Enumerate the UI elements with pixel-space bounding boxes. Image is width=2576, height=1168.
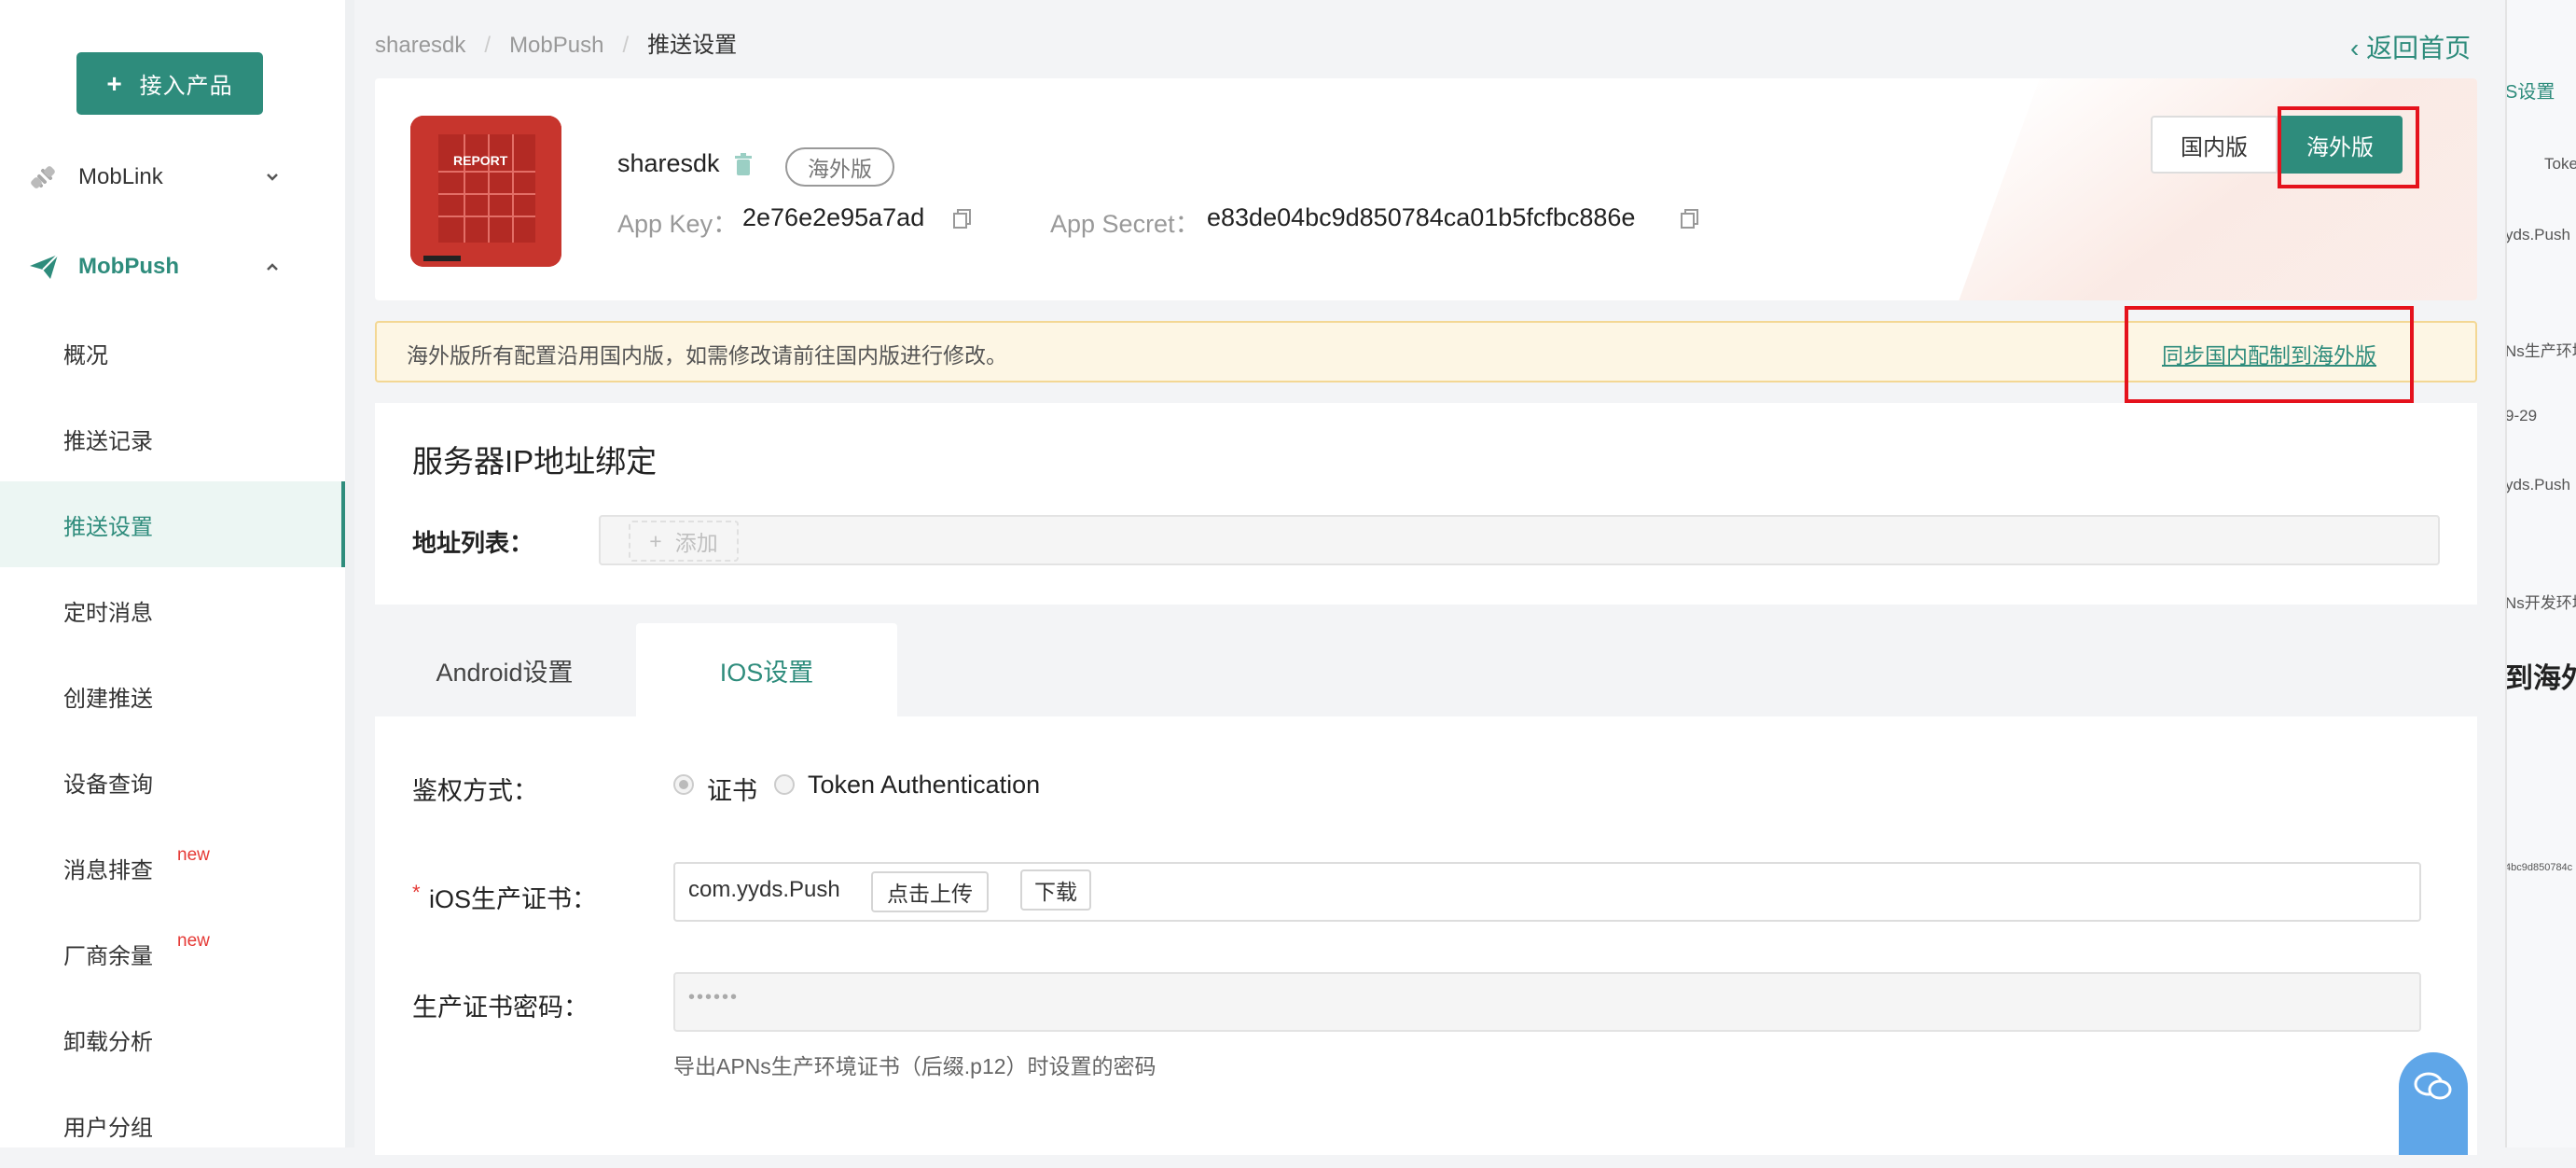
sidebar-item-push-settings[interactable]: 推送设置 — [0, 481, 345, 567]
auth-token-radio[interactable] — [774, 774, 795, 795]
sidebar-group-mobpush[interactable]: MobPush — [0, 239, 345, 295]
app-logo-image — [410, 116, 561, 267]
back-home-label: 返回首页 — [2366, 34, 2472, 63]
peek-date: 9-29 — [2505, 407, 2538, 424]
auth-cert-label[interactable]: 证书 — [707, 771, 757, 807]
prod-cert-value: com.yyds.Push — [688, 877, 840, 902]
copy-icon[interactable] — [951, 207, 974, 229]
auth-cert-radio[interactable] — [673, 774, 694, 795]
sidebar-item-push-records[interactable]: 推送记录 — [0, 396, 345, 481]
sidebar-item-label: 卸载分析 — [63, 1029, 153, 1055]
auth-method-label: 鉴权方式： — [412, 777, 538, 805]
sidebar-group-label: MobLink — [78, 164, 163, 189]
add-product-button[interactable]: + 接入产品 — [76, 52, 263, 115]
chevron-up-icon — [267, 263, 278, 271]
sidebar-item-message-check[interactable]: 消息排查 new — [0, 825, 345, 911]
sidebar-item-label: 厂商余量 — [63, 943, 153, 969]
address-list-label: 地址列表： — [412, 529, 534, 557]
sidebar-item-create-push[interactable]: 创建推送 — [0, 653, 345, 739]
cert-password-input[interactable] — [673, 972, 2421, 1032]
peek-tab-ios: S设置 — [2505, 82, 2555, 103]
sidebar-item-label: 用户分组 — [63, 1115, 153, 1141]
sidebar-item-label: 推送设置 — [63, 514, 153, 540]
copy-icon[interactable] — [1679, 207, 1701, 229]
back-home-link[interactable]: ‹ 返回首页 — [2350, 28, 2471, 65]
ip-binding-title: 服务器IP地址绑定 — [412, 444, 658, 479]
add-product-label: 接入产品 — [139, 74, 233, 99]
sidebar-scrollbar[interactable] — [345, 0, 354, 1147]
sidebar-item-uninstall-analysis[interactable]: 卸载分析 — [0, 996, 345, 1082]
sidebar-item-label: 设备查询 — [63, 772, 153, 798]
app-name: sharesdk — [617, 149, 720, 177]
app-secret-label: App Secret： — [1050, 210, 1200, 238]
edition-tag: 海外版 — [785, 147, 894, 187]
auth-token-label[interactable]: Token Authentication — [808, 771, 1040, 800]
sidebar-item-label: 推送记录 — [63, 428, 153, 454]
sidebar-group-moblink[interactable]: MobLink — [0, 149, 345, 205]
sidebar-item-user-groups[interactable]: 用户分组 — [0, 1082, 345, 1168]
trash-icon[interactable] — [733, 153, 754, 177]
highlight-box-sync — [2125, 306, 2414, 403]
ip-binding-card — [375, 403, 2477, 605]
logo-text: REPORT — [453, 153, 508, 168]
sidebar-item-label: 创建推送 — [63, 686, 153, 712]
sidebar-item-scheduled[interactable]: 定时消息 — [0, 567, 345, 653]
peek-prod-env: Ns生产环境 — [2505, 342, 2576, 360]
peek-cert: yds.Push — [2505, 226, 2570, 243]
sidebar-item-label: 定时消息 — [63, 600, 153, 626]
upload-cert-button[interactable]: 点击上传 — [871, 871, 989, 912]
peek-secret: 4bc9d850784c — [2505, 862, 2573, 873]
peek-dev-env: Ns开发环境 — [2505, 594, 2576, 612]
peek-title: 到海外 — [2505, 663, 2576, 694]
sidebar-item-device-query[interactable]: 设备查询 — [0, 739, 345, 825]
domestic-version-button[interactable]: 国内版 — [2151, 116, 2278, 174]
plus-icon: + — [649, 528, 662, 553]
notice-text: 海外版所有配置沿用国内版，如需修改请前往国内版进行修改。 — [407, 343, 1007, 368]
new-badge: new — [177, 931, 210, 951]
peek-cert-dev: yds.Push — [2505, 476, 2570, 494]
add-address-button[interactable]: + 添加 — [629, 521, 739, 562]
chat-button[interactable] — [2399, 1052, 2468, 1155]
chevron-left-icon: ‹ — [2350, 34, 2367, 63]
breadcrumb-item[interactable]: MobPush — [509, 33, 603, 58]
address-list-input[interactable] — [599, 515, 2440, 565]
highlight-box-overseas — [2278, 106, 2419, 188]
required-marker: * — [412, 881, 421, 904]
side-overlay-panel: S设置 Toke yds.Push Ns生产环境 9-29 yds.Push N… — [2505, 0, 2576, 1147]
sidebar-item-vendor-quota[interactable]: 厂商余量 new — [0, 911, 345, 996]
peek-token: Toke — [2544, 155, 2576, 173]
cert-password-label: 生产证书密码： — [412, 994, 589, 1022]
tab-ios-settings[interactable]: IOS设置 — [636, 623, 897, 716]
cert-password-value: •••••• — [688, 987, 740, 1008]
chevron-down-icon — [267, 174, 278, 181]
app-info-card — [375, 78, 2477, 300]
sidebar-item-label: 消息排查 — [63, 857, 153, 883]
link-icon — [31, 166, 55, 188]
app-secret-value: e83de04bc9d850784ca01b5fcfbc886e — [1207, 203, 1636, 231]
sidebar-group-label: MobPush — [78, 254, 179, 279]
breadcrumb-item[interactable]: sharesdk — [375, 33, 465, 58]
new-badge: new — [177, 845, 210, 865]
tab-android-settings[interactable]: Android设置 — [375, 623, 634, 716]
sidebar-item-label: 概况 — [63, 342, 108, 368]
plus-icon: + — [106, 68, 123, 98]
app-key-value: 2e76e2e95a7ad — [742, 203, 925, 231]
cert-password-hint: 导出APNs生产环境证书（后缀.p12）时设置的密码 — [673, 1054, 1156, 1078]
app-logo: REPORT — [410, 116, 561, 267]
breadcrumb-current: 推送设置 — [647, 33, 738, 58]
download-cert-button[interactable]: 下载 — [1020, 869, 1091, 911]
add-address-label: 添加 — [674, 531, 718, 555]
breadcrumb: sharesdk / MobPush / 推送设置 — [375, 33, 738, 58]
prod-cert-label: iOS生产证书： — [429, 885, 598, 913]
sidebar-item-overview[interactable]: 概况 — [0, 310, 345, 396]
paper-plane-icon — [30, 254, 59, 279]
chat-icon — [2414, 1072, 2452, 1100]
app-key-label: App Key： — [617, 210, 739, 238]
